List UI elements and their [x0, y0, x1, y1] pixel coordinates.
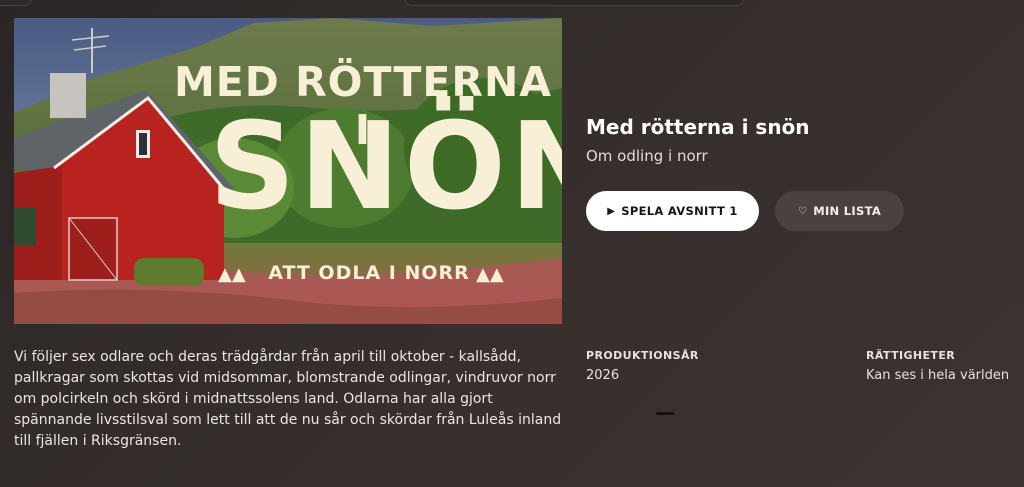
play-icon: ▶ — [607, 205, 616, 217]
menu-button-partial[interactable] — [0, 0, 32, 6]
heart-icon: ♡ — [797, 205, 808, 217]
hero-subtitle: ATT ODLA I NORR — [268, 262, 470, 284]
hero-image: MED RÖTTERNA I SNÖN ▲▲ ATT ODLA I NORR ▲… — [14, 18, 562, 324]
my-list-label: MIN LISTA — [813, 204, 882, 218]
rights-value: Kan ses i hela världen — [866, 368, 1010, 383]
rights-label: RÄTTIGHETER — [866, 349, 956, 362]
tree-icon: ▲▲ — [476, 264, 504, 285]
production-year-value: 2026 — [586, 368, 620, 383]
tree-icon: ▲▲ — [218, 264, 246, 285]
play-button-label: SPELA AVSNITT 1 — [621, 204, 738, 218]
show-description: Vi följer sex odlare och deras trädgårda… — [14, 349, 562, 449]
cursor-artifact — [656, 412, 674, 415]
search-bar-partial[interactable] — [404, 0, 744, 6]
show-title: Med rötterna i snön — [586, 115, 810, 139]
production-year-label: PRODUKTIONSÅR — [586, 349, 699, 362]
play-episode-button[interactable]: ▶ SPELA AVSNITT 1 — [586, 191, 759, 231]
show-subtitle: Om odling i norr — [586, 147, 708, 165]
my-list-button[interactable]: ♡ MIN LISTA — [775, 191, 904, 231]
hero-title-big: SNÖN — [209, 98, 562, 237]
